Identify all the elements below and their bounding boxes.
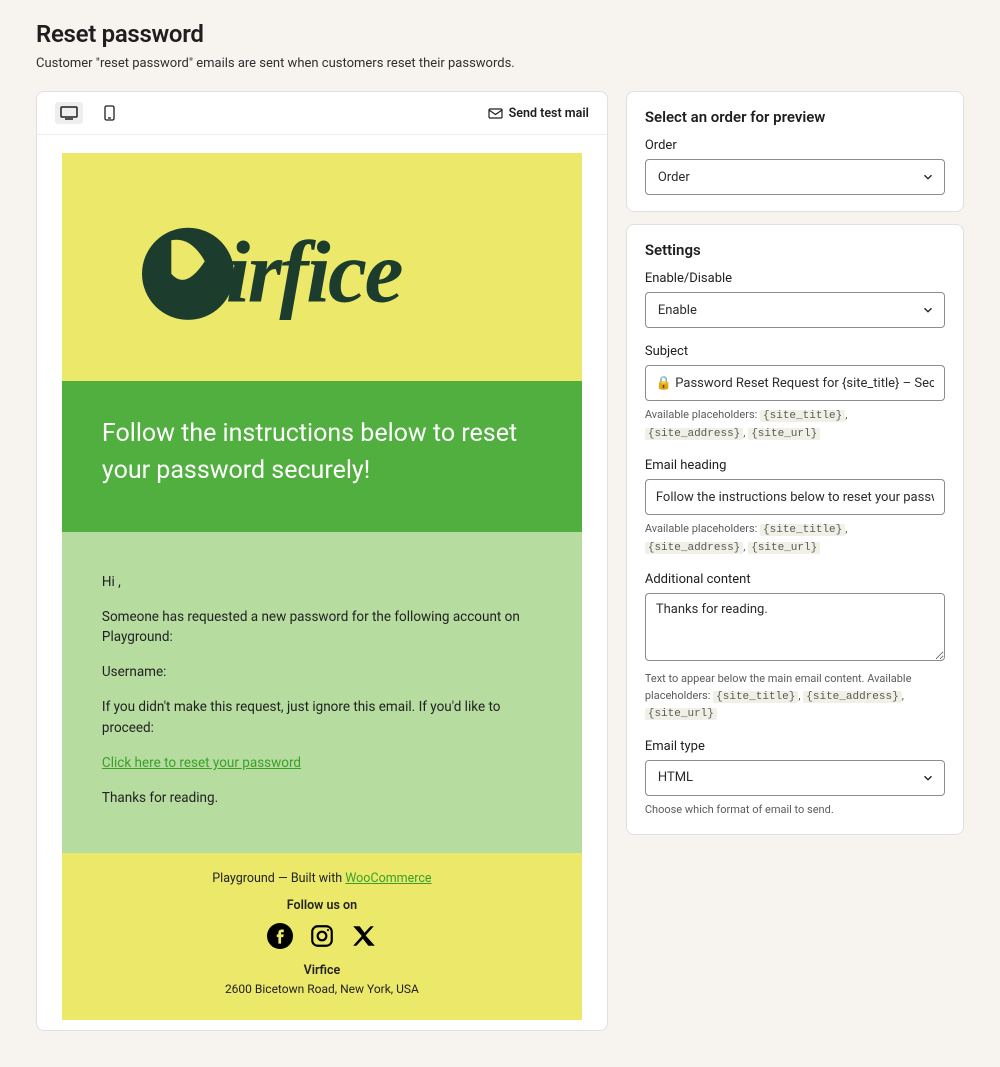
preview-toolbar: Send test mail <box>37 92 607 135</box>
footer-built-prefix: Playground — Built with <box>212 871 345 886</box>
svg-text:irfice: irfice <box>226 224 403 321</box>
virfice-logo: irfice <box>142 211 502 337</box>
page-title: Reset password <box>36 20 964 48</box>
mobile-icon <box>104 105 115 121</box>
heading-help: Available placeholders: {site_title}, {s… <box>645 521 945 556</box>
desktop-preview-button[interactable] <box>55 102 83 124</box>
page-subtitle: Customer "reset password" emails are sen… <box>36 56 964 71</box>
email-requested-text: Someone has requested a new password for… <box>102 607 542 649</box>
email-username-label: Username: <box>102 662 542 683</box>
subject-label: Subject <box>645 344 945 359</box>
send-test-label: Send test mail <box>509 106 589 121</box>
email-type-select[interactable]: HTML <box>645 760 945 796</box>
follow-us-label: Follow us on <box>102 898 542 913</box>
email-type-label: Email type <box>645 739 945 754</box>
mail-icon <box>488 108 503 119</box>
additional-content-label: Additional content <box>645 572 945 587</box>
desktop-icon <box>60 106 78 120</box>
additional-help: Text to appear below the main email cont… <box>645 671 945 723</box>
woocommerce-link[interactable]: WooCommerce <box>345 871 431 886</box>
instagram-icon[interactable] <box>309 923 335 953</box>
order-preview-panel: Select an order for preview Order Order <box>626 91 964 212</box>
email-template: irfice Follow the instructions below to … <box>62 153 582 1020</box>
email-ignore-text: If you didn't make this request, just ig… <box>102 697 542 739</box>
x-twitter-icon[interactable] <box>351 923 377 953</box>
subject-help: Available placeholders: {site_title}, {s… <box>645 407 945 442</box>
email-body: Hi , Someone has requested a new passwor… <box>62 532 582 853</box>
subject-input[interactable] <box>645 365 945 401</box>
order-label: Order <box>645 138 945 153</box>
order-select[interactable]: Order <box>645 159 945 195</box>
footer-store-name: Virfice <box>102 963 542 978</box>
enable-disable-select[interactable]: Enable <box>645 292 945 328</box>
email-preview-panel: Send test mail irfice Follow the instruc… <box>36 91 608 1031</box>
facebook-icon[interactable] <box>267 923 293 953</box>
order-preview-title: Select an order for preview <box>645 108 945 126</box>
settings-panel: Settings Enable/Disable Enable Subject A… <box>626 224 964 835</box>
additional-content-textarea[interactable] <box>645 593 945 661</box>
email-footer: Playground — Built with WooCommerce Foll… <box>62 853 582 996</box>
email-thanks: Thanks for reading. <box>102 788 542 809</box>
email-heading: Follow the instructions below to reset y… <box>62 381 582 532</box>
mobile-preview-button[interactable] <box>95 102 123 124</box>
email-heading-input[interactable] <box>645 479 945 515</box>
reset-password-link[interactable]: Click here to reset your password <box>102 755 301 771</box>
email-greeting: Hi , <box>102 572 542 593</box>
send-test-mail-button[interactable]: Send test mail <box>488 106 589 121</box>
footer-address: 2600 Bicetown Road, New York, USA <box>102 982 542 996</box>
email-heading-label: Email heading <box>645 458 945 473</box>
enable-disable-label: Enable/Disable <box>645 271 945 286</box>
settings-title: Settings <box>645 241 945 259</box>
email-type-help: Choose which format of email to send. <box>645 802 945 819</box>
